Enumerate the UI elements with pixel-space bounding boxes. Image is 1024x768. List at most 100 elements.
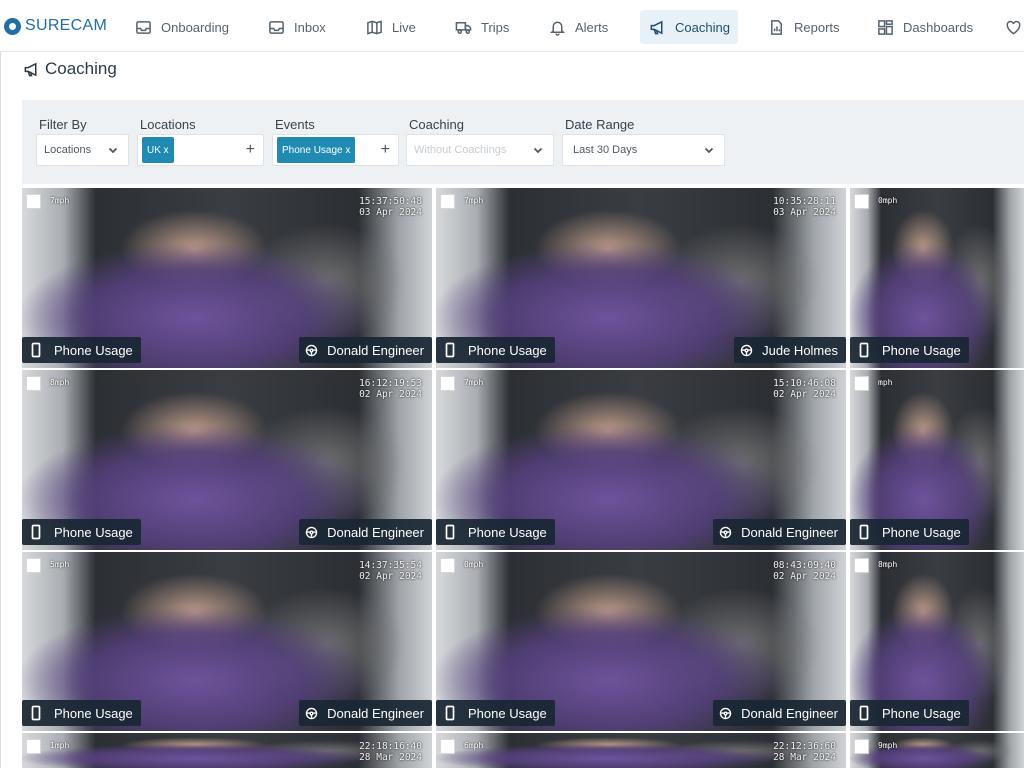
- event-label: Phone Usage: [54, 705, 133, 721]
- clip-time: 14:37:35:54: [359, 560, 422, 571]
- clip-timestamp: 16:12:19:53 02 Apr 2024: [359, 378, 422, 400]
- clip-select-checkbox[interactable]: [854, 558, 869, 573]
- clip-speed: 7mph: [464, 378, 484, 387]
- clip-speed: 7mph: [50, 196, 70, 205]
- clip-card[interactable]: 7mph 15:10:46:08 02 Apr 2024 Phone Usage Don…: [436, 370, 846, 550]
- event-label: Phone Usage: [882, 342, 961, 358]
- clip-card[interactable]: 5mph 14:37:35:54 02 Apr 2024 Phone Usage Don…: [22, 552, 432, 731]
- clip-card[interactable]: mph Phone Usage: [850, 370, 1024, 550]
- locations-label: Locations: [140, 117, 196, 132]
- phone-icon: [859, 705, 869, 721]
- nav-item-inbox[interactable]: Inbox: [259, 10, 334, 44]
- nav-item-trips[interactable]: Trips: [446, 10, 517, 44]
- nav-item-favorites[interactable]: [1000, 10, 1024, 44]
- clip-card[interactable]: 6mph 22:12:36:60 28 Mar 2024: [436, 733, 846, 768]
- clip-select-checkbox[interactable]: [440, 194, 455, 209]
- clip-speed: 0mph: [464, 560, 484, 569]
- heart-icon: [1004, 18, 1022, 36]
- clip-card[interactable]: 7mph 15:37:50:48 03 Apr 2024 Phone Usage Don…: [22, 188, 432, 368]
- page-title: Coaching: [22, 58, 117, 80]
- driver-badge: Donald Engineer: [713, 700, 846, 726]
- clip-card[interactable]: 7mph 10:35:28:11 03 Apr 2024 Phone Usage Jud…: [436, 188, 846, 368]
- clip-select-checkbox[interactable]: [26, 739, 41, 754]
- coaching-select[interactable]: Without Coachings: [406, 134, 554, 166]
- clip-speed: 1mph: [50, 741, 70, 750]
- event-badge: Phone Usage: [436, 337, 555, 363]
- clip-timestamp: 22:18:16:40 28 Mar 2024: [359, 741, 422, 763]
- event-badge: Phone Usage: [22, 700, 141, 726]
- event-badge: Phone Usage: [850, 700, 969, 726]
- event-badge: Phone Usage: [436, 519, 555, 545]
- event-badge: Phone Usage: [22, 519, 141, 545]
- clip-timestamp: 08:43:09:40 02 Apr 2024: [773, 560, 836, 582]
- coaching-label: Coaching: [409, 117, 464, 132]
- phone-icon: [31, 705, 41, 721]
- clip-select-checkbox[interactable]: [26, 376, 41, 391]
- phone-icon: [445, 524, 455, 540]
- clip-card[interactable]: 9mph: [850, 733, 1024, 768]
- clip-select-checkbox[interactable]: [440, 558, 455, 573]
- clip-date: 03 Apr 2024: [773, 207, 836, 218]
- filter-by-select[interactable]: Locations: [36, 134, 129, 166]
- events-field[interactable]: Phone Usage x +: [272, 134, 399, 166]
- clip-date: 28 Mar 2024: [773, 752, 836, 763]
- clip-select-checkbox[interactable]: [440, 739, 455, 754]
- phone-icon: [859, 524, 869, 540]
- clip-card[interactable]: 0mph 08:43:09:40 02 Apr 2024 Phone Usage Don…: [436, 552, 846, 731]
- megaphone-icon: [648, 18, 666, 36]
- nav-item-label: Inbox: [294, 19, 326, 35]
- clip-speed: 9mph: [878, 741, 898, 750]
- nav-item-live[interactable]: Live: [357, 10, 424, 44]
- clip-select-checkbox[interactable]: [854, 194, 869, 209]
- clip-card[interactable]: 8mph Phone Usage: [850, 552, 1024, 731]
- nav-item-onboarding[interactable]: Onboarding: [126, 10, 237, 44]
- add-location-icon[interactable]: +: [246, 142, 255, 158]
- chevron-down-icon: [533, 145, 543, 155]
- nav-item-label: Alerts: [575, 19, 609, 35]
- driver-name: Jude Holmes: [762, 342, 838, 358]
- megaphone-icon: [22, 60, 40, 78]
- event-label: Phone Usage: [882, 705, 961, 721]
- clip-select-checkbox[interactable]: [440, 376, 455, 391]
- clip-speed: 0mph: [878, 196, 898, 205]
- phone-icon: [31, 524, 41, 540]
- surecam-logo[interactable]: SURECAM: [4, 14, 107, 38]
- clip-speed: 5mph: [50, 560, 70, 569]
- event-label: Phone Usage: [882, 524, 961, 540]
- event-label: Phone Usage: [54, 342, 133, 358]
- event-tag-phone-usage[interactable]: Phone Usage x: [277, 137, 356, 163]
- filter-by-value: Locations: [44, 144, 92, 156]
- nav-item-dashboards[interactable]: Dashboards: [868, 10, 981, 44]
- clip-date: 02 Apr 2024: [773, 571, 836, 582]
- nav-item-coaching[interactable]: Coaching: [640, 10, 738, 44]
- clip-card[interactable]: 8mph 16:12:19:53 02 Apr 2024 Phone Usage Don…: [22, 370, 432, 550]
- clip-date: 03 Apr 2024: [359, 207, 422, 218]
- clip-card[interactable]: 0mph Phone Usage: [850, 188, 1024, 368]
- locations-field[interactable]: UK x +: [137, 134, 264, 166]
- clip-time: 10:35:28:11: [773, 196, 836, 207]
- clip-timestamp: 10:35:28:11 03 Apr 2024: [773, 196, 836, 218]
- clip-thumbnail[interactable]: [850, 733, 1024, 768]
- nav-item-label: Onboarding: [161, 19, 229, 35]
- clip-select-checkbox[interactable]: [26, 558, 41, 573]
- event-badge: Phone Usage: [436, 700, 555, 726]
- add-event-icon[interactable]: +: [381, 142, 390, 158]
- clip-select-checkbox[interactable]: [854, 739, 869, 754]
- clip-select-checkbox[interactable]: [26, 194, 41, 209]
- date-range-select[interactable]: Last 30 Days: [562, 134, 725, 166]
- report-icon: [767, 18, 785, 36]
- location-tag-uk[interactable]: UK x: [142, 137, 174, 163]
- nav-item-reports[interactable]: Reports: [759, 10, 848, 44]
- event-badge: Phone Usage: [22, 337, 141, 363]
- clip-time: 15:10:46:08: [773, 378, 836, 389]
- clip-card[interactable]: 1mph 22:18:16:40 28 Mar 2024: [22, 733, 432, 768]
- dashboard-icon: [876, 18, 894, 36]
- bell-icon: [548, 18, 566, 36]
- clip-select-checkbox[interactable]: [854, 376, 869, 391]
- clip-speed: 8mph: [878, 560, 898, 569]
- clip-date: 28 Mar 2024: [359, 752, 422, 763]
- phone-icon: [31, 342, 41, 358]
- nav-item-label: Coaching: [675, 19, 730, 35]
- brand-name: SURECAM: [25, 17, 108, 34]
- nav-item-alerts[interactable]: Alerts: [540, 10, 616, 44]
